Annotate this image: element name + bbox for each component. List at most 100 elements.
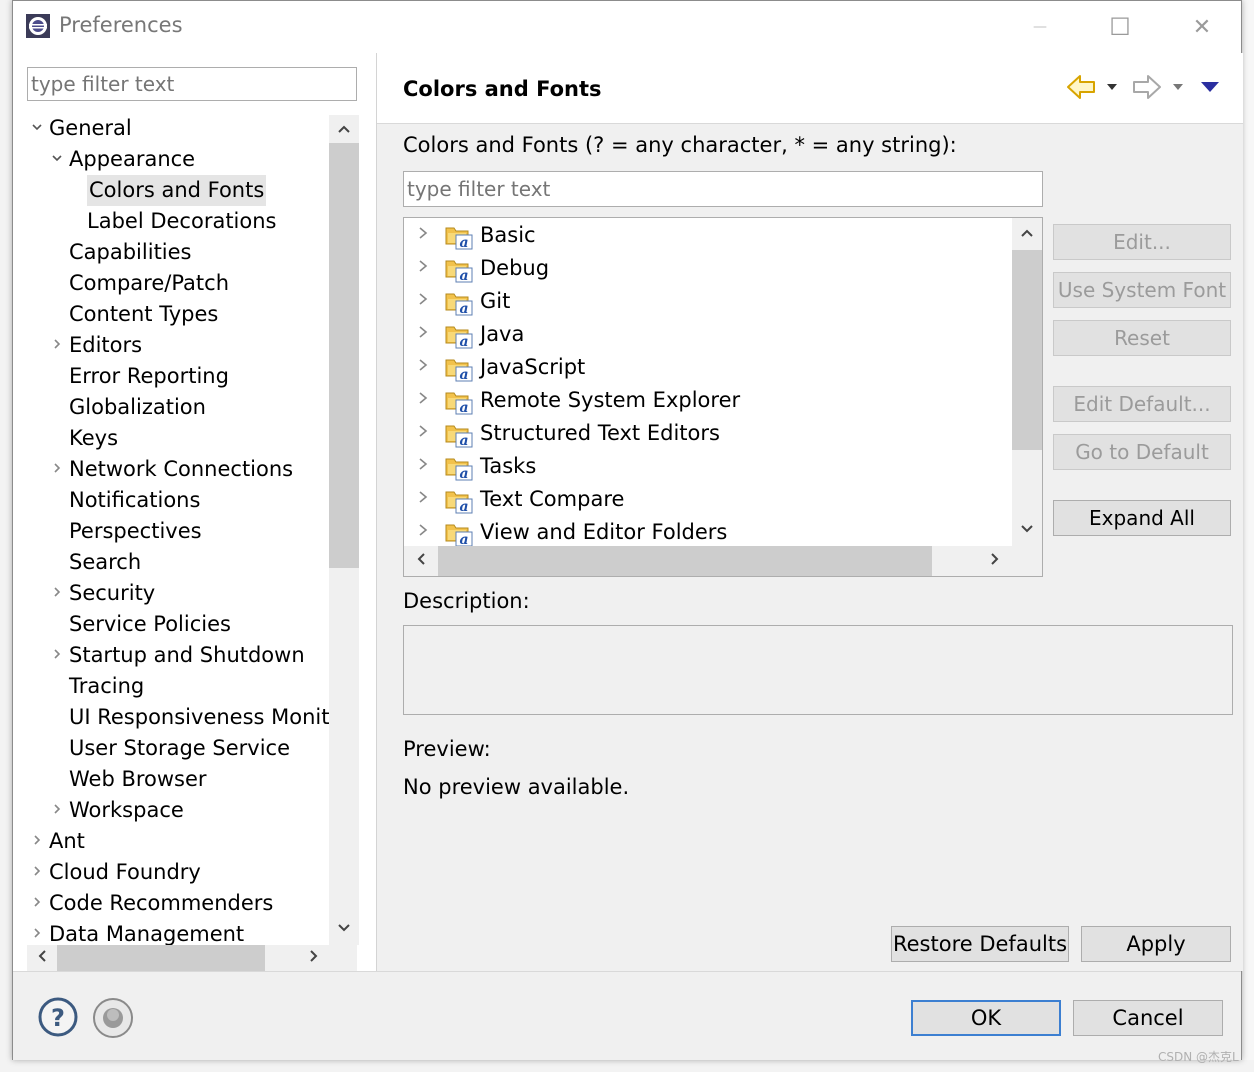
tree-item[interactable]: Capabilities xyxy=(27,237,344,268)
close-window-button[interactable]: ✕ xyxy=(1177,9,1227,45)
chevron-right-icon[interactable] xyxy=(416,417,430,450)
expand-all-button[interactable]: Expand All xyxy=(1053,500,1231,536)
font-folder-icon: a xyxy=(445,524,473,547)
scroll-right-arrow-icon[interactable] xyxy=(301,945,327,971)
tree-item[interactable]: Network Connections xyxy=(27,454,344,485)
category-item[interactable]: a Git xyxy=(404,285,1004,318)
chevron-right-icon[interactable] xyxy=(51,330,63,361)
chevron-right-icon[interactable] xyxy=(416,351,430,384)
category-vertical-scroll-thumb[interactable] xyxy=(1012,250,1042,450)
reset-button[interactable]: Reset xyxy=(1053,320,1231,356)
tree-item[interactable]: Appearance xyxy=(27,144,344,175)
chevron-right-icon[interactable] xyxy=(51,795,63,826)
tree-item[interactable]: User Storage Service xyxy=(27,733,344,764)
chevron-right-icon[interactable] xyxy=(416,450,430,483)
chevron-right-icon[interactable] xyxy=(31,888,43,919)
chevron-right-icon[interactable] xyxy=(416,252,430,285)
tree-item[interactable]: Startup and Shutdown xyxy=(27,640,344,671)
minimize-button[interactable]: — xyxy=(1015,9,1065,45)
chevron-right-icon[interactable] xyxy=(31,857,43,888)
tree-item-label: Capabilities xyxy=(69,240,192,264)
apply-button[interactable]: Apply xyxy=(1081,926,1231,962)
chevron-right-icon[interactable] xyxy=(31,919,43,947)
tree-item[interactable]: General xyxy=(27,113,344,144)
tree-item[interactable]: Editors xyxy=(27,330,344,361)
tree-item[interactable]: Error Reporting xyxy=(27,361,344,392)
tree-item[interactable]: Code Recommenders xyxy=(27,888,344,919)
category-item[interactable]: a Structured Text Editors xyxy=(404,417,1004,450)
tree-vertical-scroll-thumb[interactable] xyxy=(329,143,359,568)
category-item[interactable]: a Remote System Explorer xyxy=(404,384,1004,417)
chevron-right-icon[interactable] xyxy=(51,454,63,485)
question-circle-icon[interactable]: ? xyxy=(37,996,79,1038)
tree-item-label: Search xyxy=(69,550,142,574)
tree-item[interactable]: Workspace xyxy=(27,795,344,826)
tree-horizontal-scroll-thumb[interactable] xyxy=(57,945,265,971)
tree-item[interactable]: Label Decorations xyxy=(27,206,344,237)
back-history-dropdown-icon[interactable] xyxy=(1105,73,1119,101)
forward-arrow-icon[interactable] xyxy=(1131,73,1163,101)
tree-item[interactable]: Content Types xyxy=(27,299,344,330)
chevron-right-icon[interactable] xyxy=(51,640,63,671)
restore-defaults-button[interactable]: Restore Defaults xyxy=(891,926,1069,962)
chevron-right-icon[interactable] xyxy=(416,516,430,549)
preference-filter-input[interactable] xyxy=(27,67,357,101)
tree-item[interactable]: Security xyxy=(27,578,344,609)
view-menu-triangle-icon[interactable] xyxy=(1199,73,1221,101)
cancel-button[interactable]: Cancel xyxy=(1073,1000,1223,1036)
title-bar[interactable]: Preferences — ☐ ✕ xyxy=(13,1,1241,53)
category-item[interactable]: a JavaScript xyxy=(404,351,1004,384)
colors-fonts-filter-input[interactable] xyxy=(403,171,1043,207)
chevron-right-icon[interactable] xyxy=(416,318,430,351)
tree-item-label: Content Types xyxy=(69,302,219,326)
category-item[interactable]: a Tasks xyxy=(404,450,1004,483)
tree-item[interactable]: UI Responsiveness Monitoring xyxy=(27,702,344,733)
category-item[interactable]: a Debug xyxy=(404,252,1004,285)
chevron-right-icon[interactable] xyxy=(31,826,43,857)
tree-item[interactable]: Colors and Fonts xyxy=(27,175,344,206)
forward-history-dropdown-icon[interactable] xyxy=(1171,73,1185,101)
tree-item[interactable]: Keys xyxy=(27,423,344,454)
scroll-up-arrow-icon[interactable] xyxy=(331,116,357,142)
category-scroll-left-arrow-icon[interactable] xyxy=(408,548,434,574)
gray-disc-icon[interactable] xyxy=(91,996,135,1040)
tree-item[interactable]: Web Browser xyxy=(27,764,344,795)
tree-item[interactable]: Compare/Patch xyxy=(27,268,344,299)
category-item[interactable]: a Basic xyxy=(404,219,1004,252)
ok-button[interactable]: OK xyxy=(911,1000,1061,1036)
category-item[interactable]: a View and Editor Folders xyxy=(404,516,1004,549)
category-scroll-up-arrow-icon[interactable] xyxy=(1014,220,1040,246)
tree-item[interactable]: Notifications xyxy=(27,485,344,516)
edit-default-button[interactable]: Edit Default... xyxy=(1053,386,1231,422)
tree-item[interactable]: Service Policies xyxy=(27,609,344,640)
tree-item[interactable]: Search xyxy=(27,547,344,578)
chevron-down-icon[interactable] xyxy=(51,144,63,175)
back-arrow-icon[interactable] xyxy=(1065,73,1097,101)
tree-item[interactable]: Tracing xyxy=(27,671,344,702)
tree-item-label: Label Decorations xyxy=(87,209,277,233)
chevron-right-icon[interactable] xyxy=(416,285,430,318)
chevron-down-icon[interactable] xyxy=(31,113,43,144)
tree-item[interactable]: Globalization xyxy=(27,392,344,423)
category-item[interactable]: a Java xyxy=(404,318,1004,351)
category-scroll-right-arrow-icon[interactable] xyxy=(982,548,1008,574)
tree-item[interactable]: Perspectives xyxy=(27,516,344,547)
chevron-right-icon[interactable] xyxy=(416,483,430,516)
use-system-font-button[interactable]: Use System Font xyxy=(1053,272,1231,308)
edit-button[interactable]: Edit... xyxy=(1053,224,1231,260)
svg-text:a: a xyxy=(459,235,468,250)
maximize-button[interactable]: ☐ xyxy=(1095,9,1145,45)
category-label: View and Editor Folders xyxy=(480,520,728,544)
tree-item[interactable]: Cloud Foundry xyxy=(27,857,344,888)
go-to-default-button[interactable]: Go to Default xyxy=(1053,434,1231,470)
scroll-left-arrow-icon[interactable] xyxy=(29,945,55,971)
tree-item[interactable]: Ant xyxy=(27,826,344,857)
chevron-right-icon[interactable] xyxy=(416,384,430,417)
chevron-right-icon[interactable] xyxy=(416,219,430,252)
scroll-down-arrow-icon[interactable] xyxy=(331,915,357,941)
category-horizontal-scroll-thumb[interactable] xyxy=(438,546,932,576)
tree-item[interactable]: Data Management xyxy=(27,919,344,947)
category-item[interactable]: a Text Compare xyxy=(404,483,1004,516)
category-scroll-down-arrow-icon[interactable] xyxy=(1014,516,1040,542)
chevron-right-icon[interactable] xyxy=(51,578,63,609)
